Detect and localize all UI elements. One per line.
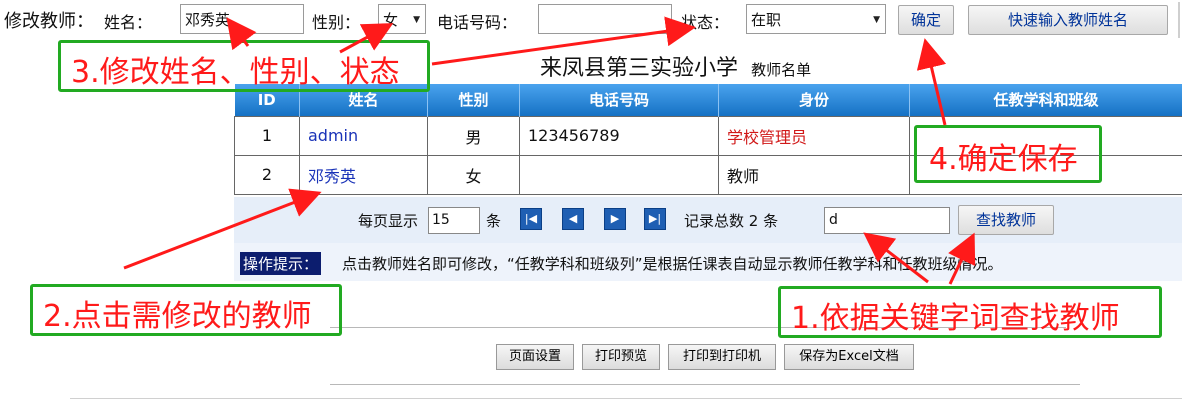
save-as-excel-button[interactable]: 保存为Excel文档 [784,344,914,370]
teacher-name-link[interactable]: admin [299,115,428,156]
tip-label: 操作提示： [240,252,322,275]
gender-select-value: 女 [383,11,399,29]
search-input[interactable]: d [824,207,950,234]
per-page-label: 每页显示 [358,212,419,230]
quick-input-teacher-name-button[interactable]: 快速输入教师姓名 [968,5,1168,35]
gender-label: 性别： [312,13,361,32]
operation-tip: 操作提示： 点击教师姓名即可修改，“任教学科和班级列”是根据任课表自动显示教师任… [234,243,1182,281]
column-header: 电话号码 [519,84,719,116]
divider [70,398,1182,399]
column-header: 身份 [718,84,910,116]
cell-phone [519,154,719,195]
school-name: 来凤县第三实验小学 [540,56,739,81]
phone-input[interactable] [538,4,672,34]
cell-gender: 女 [427,154,520,195]
print-preview-button[interactable]: 打印预览 [582,344,660,370]
annotation-step3: 3.修改姓名、性别、状态 [58,40,430,92]
prev-page-icon[interactable]: ◀ [562,208,584,230]
cell-role: 学校管理员 [718,115,910,156]
edit-teacher-bar: 修改教师： 姓名： 邓秀英 性别： 女 ▼ 电话号码： 状态： 在职 ▼ 确定 … [0,0,1182,40]
find-teacher-button[interactable]: 查找教师 [958,205,1054,235]
pagination-bar: 每页显示 15 条 |◀ ◀ ▶ ▶| 记录总数 2 条 d 查找教师 [234,197,1182,243]
last-page-icon[interactable]: ▶| [644,208,666,230]
confirm-button[interactable]: 确定 [898,5,954,35]
status-select-value: 在职 [751,11,782,29]
annotation-step2: 2.点击需修改的教师 [30,284,342,336]
phone-label: 电话号码： [437,13,518,32]
cell-id: 2 [234,154,300,195]
page-subtitle: 教师名单 [751,61,812,79]
per-page-unit: 条 [486,212,502,230]
chevron-down-icon: ▼ [413,15,420,25]
cell-role: 教师 [718,154,910,195]
per-page-input[interactable]: 15 [428,207,480,234]
gender-select[interactable]: 女 ▼ [378,4,426,34]
page-setup-button[interactable]: 页面设置 [496,344,574,370]
next-page-icon[interactable]: ▶ [604,208,626,230]
divider [330,384,1080,385]
status-select[interactable]: 在职 ▼ [746,4,886,34]
edit-title: 修改教师： [4,11,94,32]
chevron-down-icon: ▼ [873,15,880,25]
status-label: 状态： [681,13,730,32]
name-input[interactable]: 邓秀英 [180,4,304,34]
name-label: 姓名： [104,13,153,32]
cell-phone: 123456789 [519,115,719,156]
divider [1178,2,1180,38]
teacher-name-link[interactable]: 邓秀英 [299,154,428,195]
annotation-step1: 1.依据关键字词查找教师 [778,286,1162,338]
column-header: 性别 [427,84,520,116]
record-total: 记录总数 2 条 [684,212,779,230]
print-to-printer-button[interactable]: 打印到打印机 [668,344,776,370]
cell-gender: 男 [427,115,520,156]
cell-id: 1 [234,115,300,156]
page-title: 来凤县第三实验小学 教师名单 [540,50,811,82]
column-header: 任教学科和班级 [909,84,1182,116]
tip-text: 点击教师姓名即可修改，“任教学科和班级列”是根据任课表自动显示教师任教学科和任教… [342,255,1003,273]
first-page-icon[interactable]: |◀ [520,208,542,230]
annotation-step4: 4.确定保存 [914,125,1102,183]
